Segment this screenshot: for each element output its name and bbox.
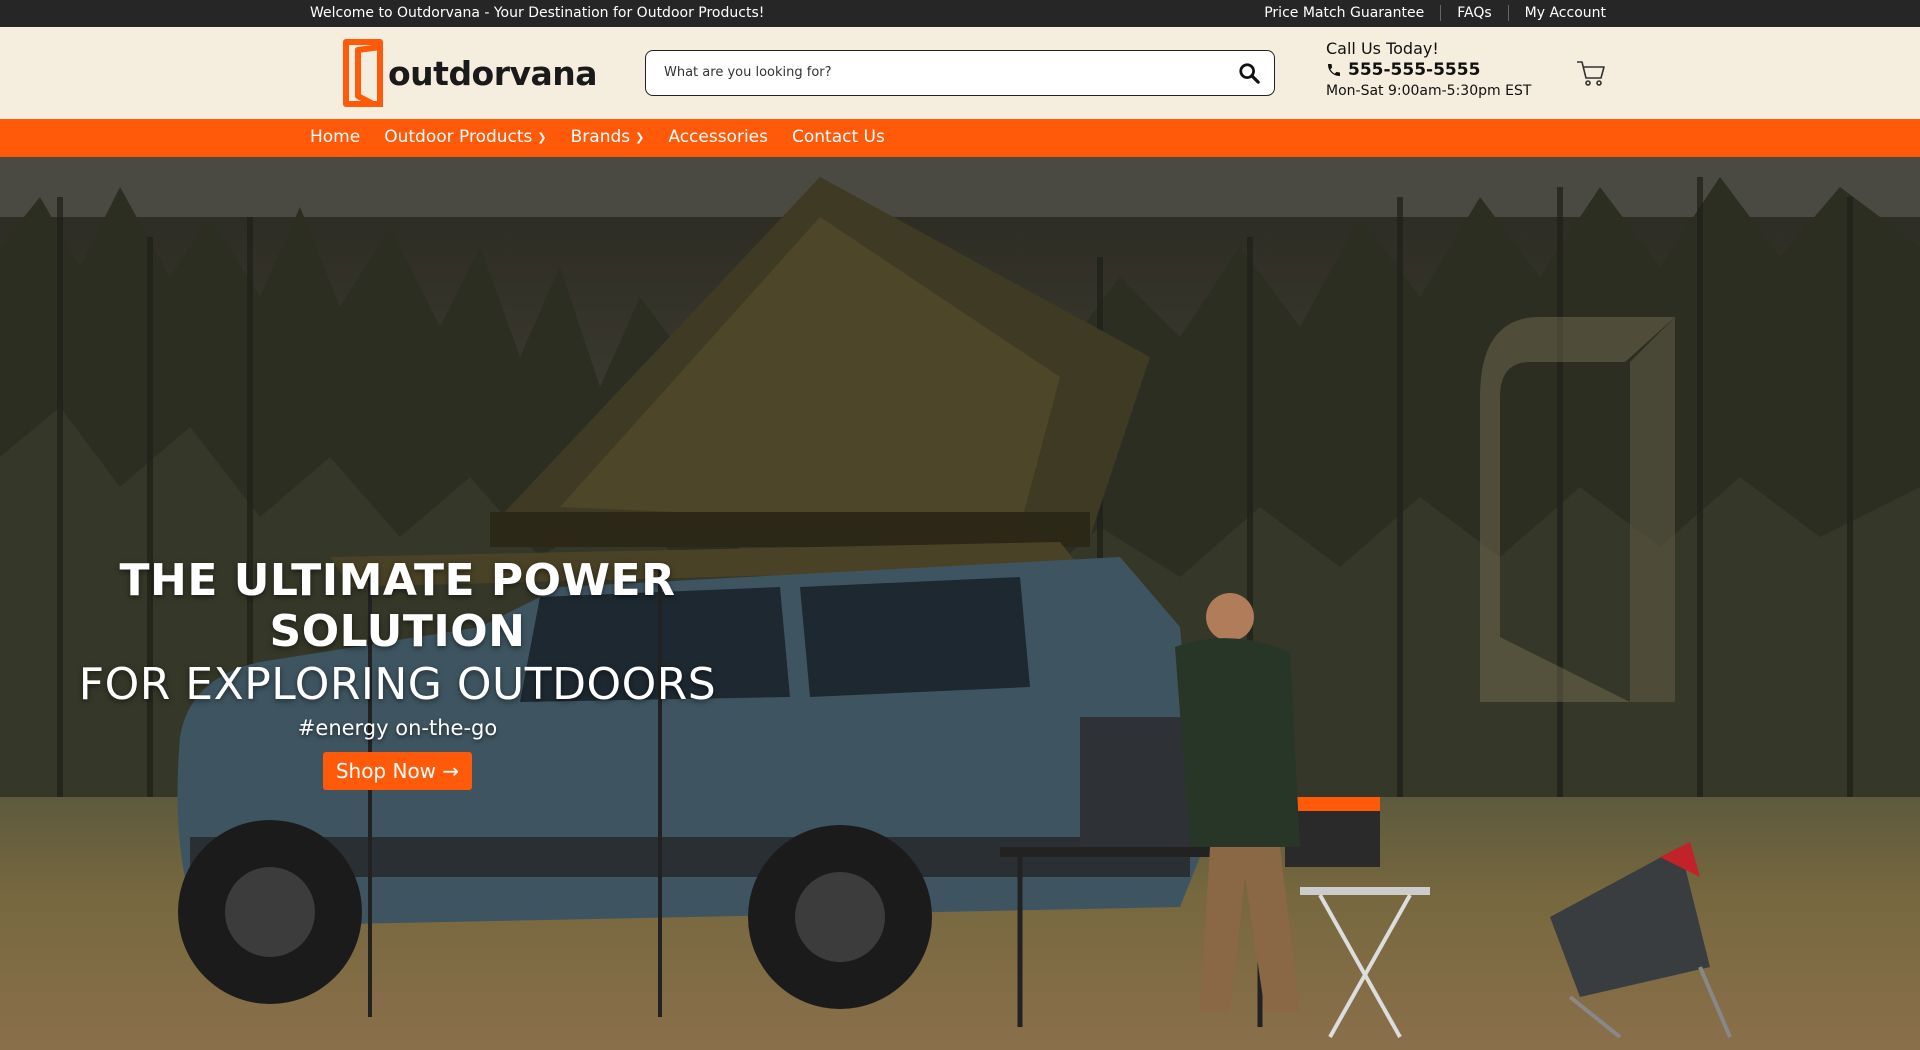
shop-now-button[interactable]: Shop Now →: [322, 752, 473, 790]
top-bar: Welcome to Outdorvana - Your Destination…: [0, 0, 1920, 27]
phone-icon: [1328, 64, 1340, 76]
nav-item-brands[interactable]: Brands ❯: [571, 127, 645, 147]
price-match-link[interactable]: Price Match Guarantee: [1264, 5, 1424, 21]
site-logo[interactable]: outdorvana: [342, 37, 598, 109]
site-header: outdorvana Call Us Today! 555-555-5555 M…: [0, 27, 1920, 119]
nav-item-contact-us[interactable]: Contact Us: [792, 127, 885, 147]
cart-icon[interactable]: [1576, 59, 1606, 87]
nav-item-accessories[interactable]: Accessories: [668, 127, 768, 147]
search-bar: [645, 50, 1275, 96]
nav-label: Accessories: [668, 127, 768, 147]
nav-label: Outdoor Products: [384, 127, 533, 147]
main-nav: Home Outdoor Products ❯ Brands ❯ Accessori…: [0, 119, 1920, 157]
hero-subheadline: FOR EXPLORING OUTDOORS: [78, 659, 717, 710]
call-us-title: Call Us Today!: [1326, 39, 1439, 58]
chevron-down-icon: ❯: [635, 130, 645, 144]
nav-label: Home: [310, 127, 361, 147]
phone-number: 555-555-5555: [1348, 60, 1481, 80]
hero-headline: THE ULTIMATE POWER SOLUTION: [119, 555, 676, 657]
search-icon[interactable]: [1238, 62, 1260, 84]
nav-item-outdoor-products[interactable]: Outdoor Products ❯: [384, 127, 546, 147]
divider: [1440, 5, 1442, 21]
call-us-block: Call Us Today! 555-555-5555 Mon-Sat 9:00…: [1326, 39, 1531, 99]
chevron-down-icon: ❯: [537, 130, 547, 144]
search-input[interactable]: [664, 51, 1224, 94]
nav-label: Contact Us: [792, 127, 885, 147]
hero-text-block: THE ULTIMATE POWER SOLUTION FOR EXPLORIN…: [0, 555, 795, 790]
nav-item-home[interactable]: Home: [310, 127, 360, 147]
phone-number-row[interactable]: 555-555-5555: [1326, 60, 1531, 80]
store-hours: Mon-Sat 9:00am-5:30pm EST: [1326, 83, 1532, 99]
faqs-link[interactable]: FAQs: [1457, 5, 1491, 21]
logo-wordmark: outdorvana: [388, 53, 598, 93]
hero-tagline: #energy on-the-go: [297, 716, 498, 740]
my-account-link[interactable]: My Account: [1525, 5, 1606, 21]
logo-mark-icon: [343, 39, 383, 107]
welcome-message: Welcome to Outdorvana - Your Destination…: [310, 5, 765, 21]
nav-label: Brands: [570, 127, 631, 147]
divider: [1507, 5, 1509, 21]
hero-banner: THE ULTIMATE POWER SOLUTION FOR EXPLORIN…: [0, 157, 1920, 1050]
top-links: Price Match Guarantee FAQs My Account: [1264, 5, 1606, 21]
